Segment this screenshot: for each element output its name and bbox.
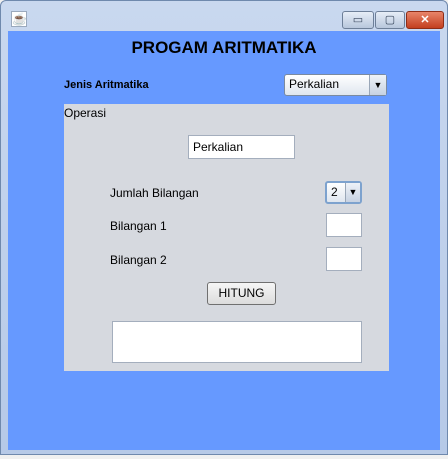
maximize-icon: ▢ bbox=[384, 14, 396, 26]
close-icon: ✕ bbox=[420, 14, 430, 26]
title-bar[interactable]: ☕ ▭ ▢ ✕ bbox=[1, 1, 447, 31]
chevron-down-icon[interactable]: ▼ bbox=[345, 183, 360, 202]
minimize-icon: ▭ bbox=[352, 14, 364, 26]
operasi-label: Operasi bbox=[64, 106, 107, 120]
operasi-panel: Operasi Perkalian Jumlah Bilangan 2 ▼ Bi… bbox=[64, 104, 389, 371]
bilangan-1-input[interactable] bbox=[326, 213, 362, 237]
bilangan-2-input[interactable] bbox=[326, 247, 362, 271]
bilangan-1-label: Bilangan 1 bbox=[110, 219, 167, 233]
java-coffee-icon: ☕ bbox=[11, 11, 27, 27]
jumlah-bilangan-select[interactable]: 2 ▼ bbox=[325, 181, 362, 204]
jenis-aritmatika-value: Perkalian bbox=[289, 77, 340, 91]
jenis-aritmatika-select[interactable]: Perkalian ▼ bbox=[284, 74, 387, 96]
chevron-down-icon[interactable]: ▼ bbox=[369, 75, 386, 95]
jumlah-bilangan-label: Jumlah Bilangan bbox=[110, 186, 199, 200]
jenis-aritmatika-label: Jenis Aritmatika bbox=[64, 79, 149, 91]
hitung-button[interactable]: HITUNG bbox=[207, 282, 276, 305]
minimize-button[interactable]: ▭ bbox=[342, 11, 374, 29]
form-content: PROGAM ARITMATIKA Jenis Aritmatika Perka… bbox=[8, 31, 440, 450]
operation-field[interactable]: Perkalian bbox=[188, 135, 295, 159]
bilangan-2-label: Bilangan 2 bbox=[110, 253, 167, 267]
page-title: PROGAM ARITMATIKA bbox=[131, 38, 317, 57]
maximize-button[interactable]: ▢ bbox=[375, 11, 405, 29]
app-window: ☕ ▭ ▢ ✕ PROGAM ARITMATIKA Jenis Aritmati… bbox=[0, 0, 448, 455]
close-button[interactable]: ✕ bbox=[406, 11, 444, 29]
result-field[interactable] bbox=[112, 321, 362, 363]
jumlah-bilangan-value: 2 bbox=[331, 185, 338, 199]
